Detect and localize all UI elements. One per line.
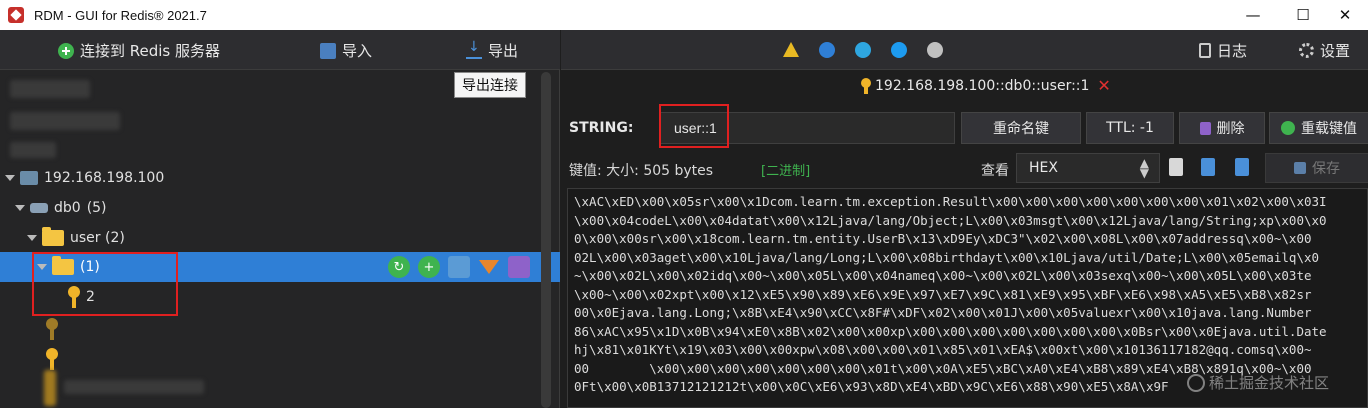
- ttl-label: TTL: -1: [1106, 120, 1154, 136]
- chevron-updown-icon: ▲ ▼: [1139, 156, 1149, 180]
- tab-label: 192.168.198.100::db0::user::1: [875, 77, 1090, 94]
- gear-icon: [1299, 43, 1314, 58]
- github-icon[interactable]: [927, 42, 943, 58]
- value-panel: 日志 设置 192.168.198.100::db0::user::1 ✕ ST…: [561, 30, 1368, 408]
- key-icon: [46, 318, 58, 340]
- tab-key[interactable]: 192.168.198.100::db0::user::1 ✕: [861, 76, 1111, 95]
- key-type-label: STRING:: [569, 120, 634, 136]
- code-view-icon[interactable]: [1201, 158, 1215, 176]
- log-icon: [1199, 43, 1211, 58]
- ttl-button[interactable]: TTL: -1: [1086, 112, 1174, 144]
- format-icon[interactable]: [1235, 158, 1249, 176]
- add-icon: [58, 42, 74, 59]
- tree-scrollbar[interactable]: [541, 72, 551, 408]
- view-label: 查看: [981, 163, 1009, 179]
- window-titlebar: RDM - GUI for Redis® 2021.7 — ☐ ✕: [0, 0, 1368, 30]
- database-icon: [30, 203, 48, 213]
- trash-icon: [1199, 121, 1211, 135]
- filter-icon[interactable]: [478, 256, 500, 278]
- chevron-down-icon[interactable]: [26, 233, 37, 243]
- help-icon[interactable]: [819, 42, 835, 58]
- delete-icon[interactable]: [508, 256, 530, 278]
- folder-label: user (2): [70, 230, 125, 246]
- reload-label: 重载键值: [1301, 121, 1357, 137]
- value-text: \xAC\xED\x00\x05sr\x00\x1Dcom.learn.tm.e…: [574, 194, 1327, 394]
- right-toolbar: 日志 设置: [561, 30, 1368, 70]
- watermark-text: 稀土掘金技术社区: [1209, 374, 1330, 392]
- binary-badge: [二进制]: [761, 164, 811, 179]
- twitter-icon[interactable]: [891, 42, 907, 58]
- juejin-logo-icon: [1187, 373, 1205, 392]
- save-button[interactable]: 保存: [1265, 153, 1368, 183]
- blurred-connection[interactable]: [10, 142, 56, 158]
- window-title: RDM - GUI for Redis® 2021.7: [34, 7, 207, 23]
- tab-close-icon[interactable]: ✕: [1097, 76, 1110, 95]
- reload-icon: [1281, 121, 1295, 135]
- maximize-button[interactable]: ☐: [1280, 0, 1326, 30]
- server-icon: [20, 171, 38, 185]
- db-key-count: (5): [86, 200, 107, 216]
- key-icon: [46, 348, 58, 370]
- rename-label: 重命名键: [993, 121, 1049, 137]
- save-icon: [1294, 162, 1306, 174]
- close-window-button[interactable]: ✕: [1322, 0, 1368, 30]
- blurred-key[interactable]: [64, 380, 204, 394]
- server-label: 192.168.198.100: [44, 170, 165, 186]
- db-label: db0: [54, 200, 81, 216]
- export-label: 导出: [488, 42, 519, 60]
- export-button[interactable]: 导出: [466, 39, 519, 61]
- tree-folder-user[interactable]: user (2): [26, 223, 125, 253]
- blurred-connection[interactable]: [10, 112, 120, 130]
- tree-server[interactable]: 192.168.198.100: [4, 163, 164, 193]
- settings-label: 设置: [1320, 42, 1351, 60]
- chevron-down-icon[interactable]: [4, 173, 15, 183]
- tree-db[interactable]: db0 (5): [14, 193, 107, 223]
- left-toolbar: 连接到 Redis 服务器 导入 导出: [0, 30, 560, 70]
- watermark: 稀土掘金技术社区: [1187, 372, 1329, 393]
- highlight-box: [659, 104, 729, 148]
- copy-icon[interactable]: [448, 256, 470, 278]
- telegram-icon[interactable]: [855, 42, 871, 58]
- redis-logo-icon: [8, 7, 24, 23]
- toolbar-icons: [783, 42, 943, 58]
- blurred-connection[interactable]: [10, 80, 90, 98]
- view-format-select[interactable]: HEX ▲ ▼: [1016, 153, 1160, 183]
- reload-value-button[interactable]: 重载键值: [1269, 112, 1368, 144]
- connect-server-button[interactable]: 连接到 Redis 服务器: [58, 40, 220, 61]
- add-key-icon[interactable]: +: [418, 256, 440, 278]
- minimize-button[interactable]: —: [1230, 0, 1276, 30]
- row-actions: ↻ +: [388, 256, 530, 278]
- folder-icon: [42, 227, 64, 246]
- log-label: 日志: [1217, 42, 1248, 60]
- key-icon: [861, 77, 871, 94]
- export-tooltip: 导出连接: [454, 72, 526, 98]
- delete-label: 删除: [1216, 121, 1245, 137]
- settings-button[interactable]: 设置: [1299, 40, 1350, 61]
- warning-icon[interactable]: [783, 42, 799, 57]
- import-icon: [320, 42, 336, 59]
- value-size-info: 键值: 大小: 505 bytes: [569, 163, 714, 179]
- copy-value-icon[interactable]: [1169, 158, 1183, 176]
- save-label: 保存: [1312, 161, 1340, 177]
- delete-key-button[interactable]: 删除: [1179, 112, 1265, 144]
- blurred-key[interactable]: [44, 370, 56, 406]
- export-icon: [466, 39, 482, 59]
- rename-key-button[interactable]: 重命名键: [961, 112, 1081, 144]
- import-label: 导入: [342, 42, 373, 60]
- view-format-value: HEX: [1029, 160, 1058, 176]
- reload-icon[interactable]: ↻: [388, 256, 410, 278]
- highlight-box: [32, 252, 178, 316]
- import-button[interactable]: 导入: [320, 40, 372, 61]
- chevron-down-icon[interactable]: [14, 203, 25, 213]
- log-button[interactable]: 日志: [1199, 40, 1247, 61]
- connect-server-label: 连接到 Redis 服务器: [80, 42, 221, 60]
